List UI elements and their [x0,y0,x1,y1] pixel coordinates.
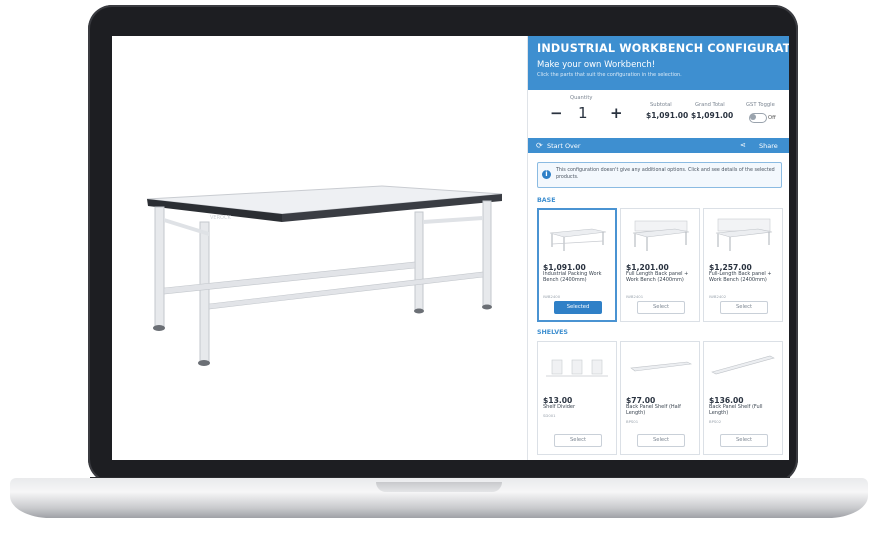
quantity-label: Quantity [570,95,593,101]
select-button[interactable]: Select [720,301,768,314]
configurator-panel: INDUSTRIAL WORKBENCH CONFIGURATOR Make y… [527,36,789,460]
product-sku: IWB2401 [626,294,644,299]
select-button[interactable]: Select [637,301,685,314]
select-button[interactable]: Select [554,434,602,447]
product-sku: IWB2402 [709,294,727,299]
product-card[interactable]: $1,257.00 Full-Length Back panel + Work … [703,208,783,322]
select-button[interactable]: Select [637,434,685,447]
laptop-trackpad-notch [376,482,502,492]
info-icon: i [542,170,551,179]
product-thumbnail [549,228,607,251]
gst-toggle-state: Off [768,115,776,121]
configurator-description: Click the parts that suit the configurat… [537,72,682,78]
product-name: Back Panel Shelf (Half Length) [626,404,681,416]
product-name: Full-Length Back panel + Work Bench (240… [709,271,772,283]
product-sku: BPS02 [709,419,722,424]
product-name: Back Panel Shelf (Full Length) [709,404,763,416]
product-name: Shelf Divider [543,404,576,410]
product-card[interactable]: $77.00 Back Panel Shelf (Half Length) BP… [620,341,700,455]
product-sku: IWB2400 [543,294,561,299]
product-thumbnail [546,359,608,377]
product-thumbnail [630,361,693,372]
section-title-shelves: SHELVES [537,329,568,336]
product-sku: SD001 [543,413,556,418]
gst-toggle-label: GST Toggle [746,102,775,108]
grand-total-label: Grand Total [695,102,725,108]
subtotal-label: Subtotal [650,102,672,108]
gst-toggle-knob [750,114,756,120]
product-card[interactable]: $1,091.00 Industrial Packing Work Bench … [537,208,617,322]
product-name: Full Length Back panel + Work Bench (240… [626,271,689,283]
laptop-screen: VEROCK INDUSTRIAL WORKBENCH CONFIGURATOR… [112,36,789,460]
section-title-base: BASE [537,197,556,204]
workbench-image: VEROCK [146,185,503,366]
subtotal-value: $1,091.00 [646,111,689,120]
grand-total-value: $1,091.00 [691,111,734,120]
info-note-text: This configuration doesn't give any addi… [556,168,775,180]
action-bar: ⟳ Start Over ⋖ Share [528,138,789,153]
product-thumbnail [715,218,773,251]
share-button[interactable]: Share [759,142,778,150]
quantity-value[interactable]: 1 [578,104,588,122]
configurator-subtitle: Make your own Workbench! [537,60,656,70]
quantity-increment-button[interactable]: + [610,104,623,122]
refresh-icon: ⟳ [536,141,543,150]
product-name: Industrial Packing Work Bench (2400mm) [543,271,602,283]
start-over-button[interactable]: Start Over [547,142,581,150]
brand-label: VEROCK [210,215,231,221]
product-card[interactable]: $136.00 Back Panel Shelf (Full Length) B… [703,341,783,455]
configurator-title: INDUSTRIAL WORKBENCH CONFIGURATOR [537,42,789,55]
selected-button[interactable]: Selected [554,301,602,314]
info-note: i This configuration doesn't give any ad… [537,162,782,188]
product-thumbnail [711,355,775,375]
product-sku: BPS01 [626,419,639,424]
product-image-area: VEROCK [112,36,527,460]
share-icon: ⋖ [740,141,746,149]
product-thumbnail [632,220,690,251]
select-button[interactable]: Select [720,434,768,447]
quantity-decrement-button[interactable]: − [550,104,563,122]
configurator-header: INDUSTRIAL WORKBENCH CONFIGURATOR Make y… [528,36,789,90]
product-card[interactable]: $13.00 Shelf Divider SD001 Select [537,341,617,455]
product-card[interactable]: $1,201.00 Full Length Back panel + Work … [620,208,700,322]
